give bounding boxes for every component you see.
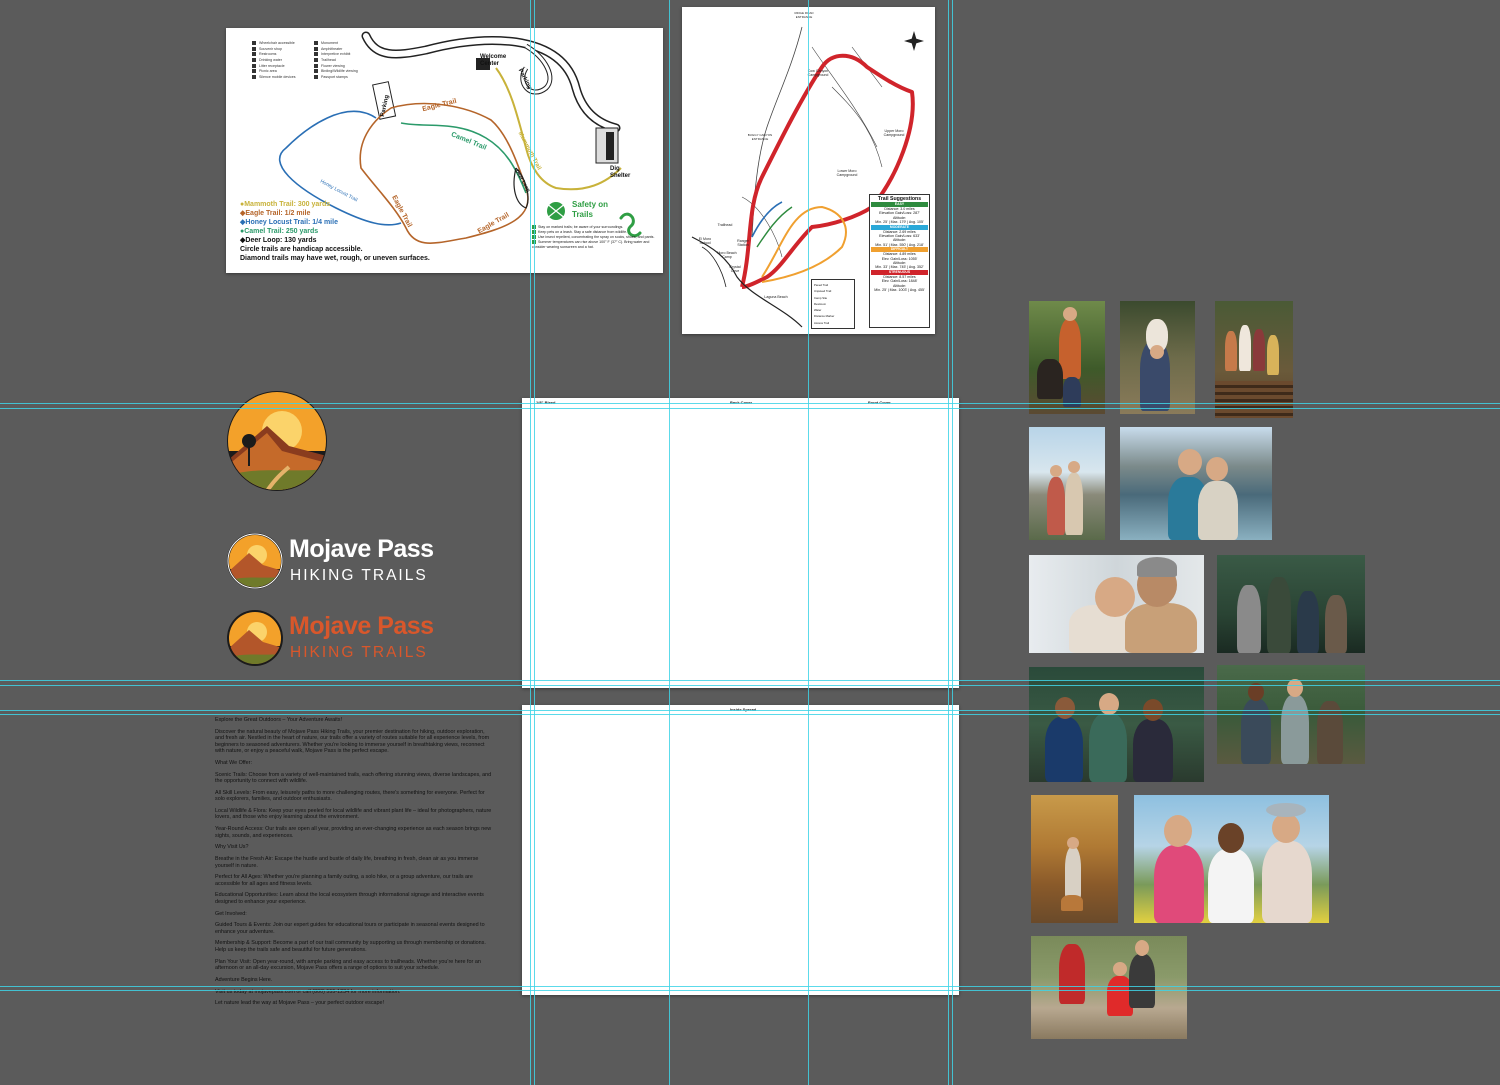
brand-name-white: Mojave Pass xyxy=(289,535,434,563)
map-label: Upper Moro Campground xyxy=(883,129,905,138)
photo-couple-lake-cliffs[interactable] xyxy=(1029,427,1105,540)
guide-horizontal[interactable] xyxy=(0,710,1500,711)
copy-paragraph: Local Wildlife & Flora: Keep your eyes p… xyxy=(215,807,492,821)
photo-man-with-dog[interactable] xyxy=(1029,301,1105,414)
trail-distance-mammoth: ●Mammoth Trail: 300 yards xyxy=(240,201,331,208)
photo-couple-lake-hug[interactable] xyxy=(1120,427,1272,540)
copy-paragraph: All Skill Levels: From easy, leisurely p… xyxy=(215,789,485,803)
copy-paragraph: Explore the Great Outdoors – Your Advent… xyxy=(215,717,342,723)
map-label: El Moro School xyxy=(698,237,712,246)
guide-horizontal[interactable] xyxy=(0,990,1500,991)
copy-paragraph: Breathe in the Fresh Air: Escape the hus… xyxy=(215,856,479,869)
map-label: Moro Beach Camp xyxy=(717,251,737,260)
map-label: Laguna Beach xyxy=(764,295,788,299)
safety-tip: Summer temperatures can rise above 100° … xyxy=(532,240,650,249)
map-label: Lower Moro Campground xyxy=(836,169,858,178)
copy-paragraph: Scenic Trails: Choose from a variety of … xyxy=(215,771,492,785)
brand-name-orange: Mojave Pass xyxy=(289,612,434,640)
copy-paragraph: Educational Opportunities: Learn about t… xyxy=(215,892,484,905)
suggestion-difficult: DIFFICULT Distance: 4.89 miles Elev. Gai… xyxy=(871,247,928,270)
copy-paragraph: Why Visit Us? xyxy=(215,844,249,851)
copy-paragraph: Perfect for All Ages: Whether you're pla… xyxy=(215,874,473,887)
trail-map-card[interactable]: Wheelchair accessible Souvenir shop Rest… xyxy=(226,28,663,273)
photo-woman-dog-autumn[interactable] xyxy=(1031,795,1118,923)
map-legend-right: Monument Amphitheater Interpretive exhib… xyxy=(314,41,358,81)
mountain-sunset-icon xyxy=(227,391,327,491)
safety-tips: Stay on marked trails; be aware of your … xyxy=(532,225,660,250)
front-spread-page[interactable]: 1/8" Bleed Back Cover Front Cover xyxy=(522,398,959,688)
guide-horizontal[interactable] xyxy=(0,680,1500,681)
guide-horizontal[interactable] xyxy=(0,714,1500,715)
guide-horizontal[interactable] xyxy=(0,986,1500,987)
guide-vertical[interactable] xyxy=(948,0,949,1085)
map-label: Ranger Station xyxy=(737,239,749,248)
copy-paragraph: Membership & Support: Become a part of o… xyxy=(215,940,486,953)
mountain-sunset-icon xyxy=(227,610,283,666)
trail-distance-eagle: ◆Eagle Trail: 1/2 mile xyxy=(240,210,311,217)
surface-note: Diamond trails may have wet, rough, or u… xyxy=(240,255,430,262)
copy-paragraph: Adventure Begins Here. xyxy=(215,976,273,983)
copy-paragraph: What We Offer: xyxy=(215,759,252,766)
welcome-center-label: Welcome Center xyxy=(480,54,507,67)
accessible-note: Circle trails are handicap accessible. xyxy=(240,246,363,253)
copy-paragraph: Year-Round Access: Our trails are open a… xyxy=(215,826,492,839)
copy-paragraph: Guided Tours & Events: Join our expert g… xyxy=(215,922,485,935)
map-legend-left: Wheelchair accessible Souvenir shop Rest… xyxy=(252,41,296,81)
map-label: Crystal Cove xyxy=(729,265,741,274)
brochure-copy[interactable]: Explore the Great Outdoors – Your Advent… xyxy=(215,717,492,1012)
photo-friends-flowers[interactable] xyxy=(1134,795,1329,923)
map-label: Cow Canyon Campground xyxy=(807,69,829,78)
trail-distance-deer: ◆Deer Loop: 130 yards xyxy=(240,237,317,244)
logo-orange-lockup[interactable]: Mojave Pass HIKING TRAILS xyxy=(227,610,447,666)
copy-paragraph: Let nature lead the way at Mojave Pass –… xyxy=(215,1000,385,1007)
guide-horizontal[interactable] xyxy=(0,408,1500,409)
safety-title: Safety on Trails xyxy=(572,200,609,219)
guide-horizontal[interactable] xyxy=(0,685,1500,686)
guide-vertical[interactable] xyxy=(952,0,953,1085)
logo-white-lockup[interactable]: Mojave Pass HIKING TRAILS xyxy=(227,533,447,589)
guide-horizontal[interactable] xyxy=(0,403,1500,404)
photo-couple-winter-selfie[interactable] xyxy=(1029,555,1204,653)
map-label: BUGGY CANYON ENTRANCE xyxy=(747,133,773,142)
suggestion-strenuous: STRENUOUS Distance: 8.57 miles Elev. Gai… xyxy=(871,269,928,293)
brand-tagline-orange: HIKING TRAILS xyxy=(290,644,428,661)
legend-item: Silence mobile devices xyxy=(252,75,296,81)
logo-emblem[interactable] xyxy=(227,391,327,491)
trail-distances: ●Mammoth Trail: 300 yards ◆Eagle Trail: … xyxy=(240,200,430,263)
copy-paragraph: Discover the natural beauty of Mojave Pa… xyxy=(215,728,490,755)
legend-item: Passport stamps xyxy=(314,75,358,81)
photo-woman-with-dog[interactable] xyxy=(1120,301,1195,414)
photo-family-bike[interactable] xyxy=(1031,936,1187,1039)
guide-vertical[interactable] xyxy=(530,0,531,1085)
trail-distance-honey-locust: ◆Honey Locust Trail: 1/4 mile xyxy=(240,219,338,226)
map-label: RIDGE ROAD ENTRANCE xyxy=(794,11,814,20)
mountain-sunset-icon xyxy=(227,533,283,589)
park-map-legend: Paved Trail Unpaved Trail Camp Site Rest… xyxy=(811,279,855,329)
guide-vertical[interactable] xyxy=(534,0,535,1085)
inside-spread-page[interactable]: Inside Spread xyxy=(522,705,959,995)
trail-suggestions: Trail Suggestions EASY Distance: 3.0 mil… xyxy=(869,194,930,328)
guide-vertical[interactable] xyxy=(808,0,809,1085)
photo-group-forest-selfie[interactable] xyxy=(1217,555,1365,653)
guide-vertical[interactable] xyxy=(669,0,670,1085)
copy-paragraph: Get Involved: xyxy=(215,910,247,917)
suggestion-easy: EASY Distance: 3.0 miles Elevation Gain/… xyxy=(871,202,928,225)
brand-tagline-white: HIKING TRAILS xyxy=(290,567,428,584)
trail-distance-camel: ●Camel Trail: 250 yards xyxy=(240,228,319,235)
photo-group-on-stairs[interactable] xyxy=(1215,301,1293,418)
copy-paragraph: Plan Your Visit: Open year-round, with a… xyxy=(215,958,481,972)
dig-shelter-label: Dig Shelter xyxy=(610,166,631,179)
map-label: Trailhead xyxy=(717,223,733,227)
suggestion-moderate: MODERATE Distance: 2.69 miles Elevation … xyxy=(871,224,928,248)
